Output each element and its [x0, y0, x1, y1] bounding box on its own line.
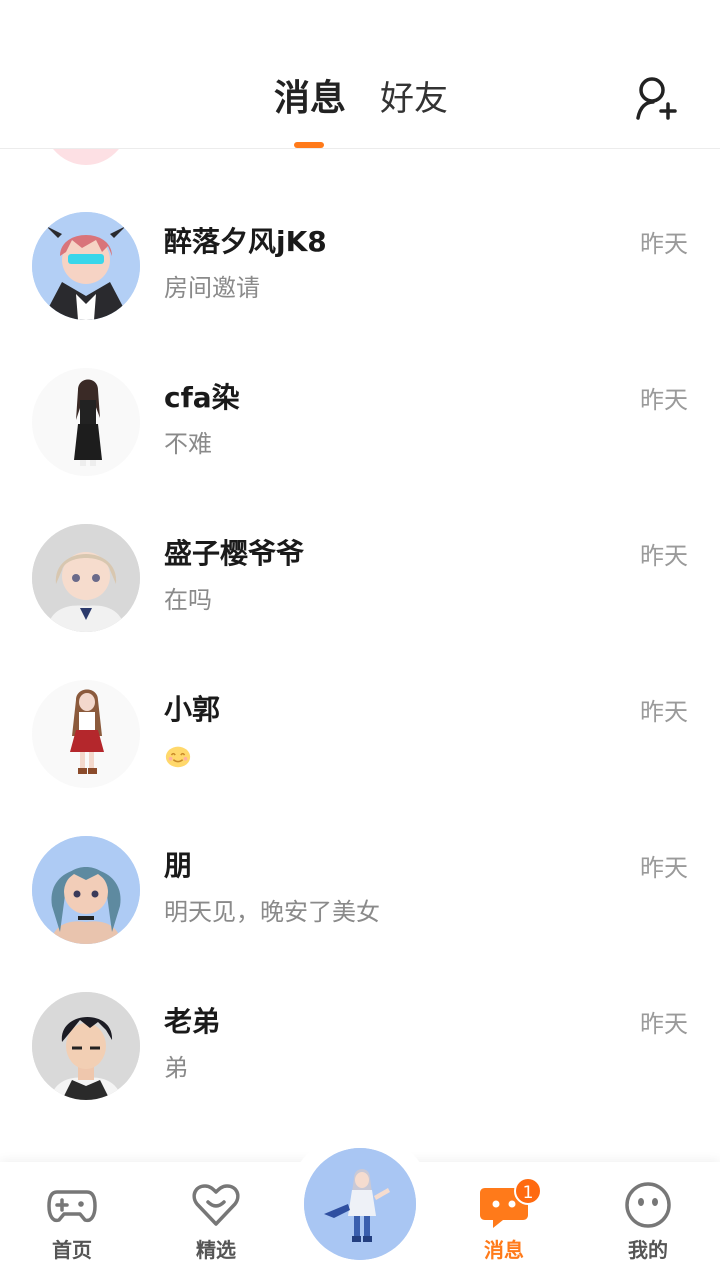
- active-tab-indicator: [294, 142, 324, 148]
- contact-name: 小郭: [164, 693, 221, 726]
- nav-label: 我的: [628, 1238, 668, 1262]
- nav-label: 消息: [484, 1238, 524, 1262]
- tab-friends[interactable]: 好友: [380, 74, 448, 124]
- nav-item-home[interactable]: 首页: [22, 1180, 122, 1270]
- contact-name: 朋: [164, 849, 193, 882]
- message-time: 昨天: [640, 386, 688, 414]
- message-preview: 不难: [164, 430, 212, 458]
- conversation-item[interactable]: 老弟 弟 昨天: [0, 984, 720, 1140]
- contact-name: 醉落夕风jK8: [164, 225, 327, 258]
- message-time: 昨天: [640, 542, 688, 570]
- conversation-item[interactable]: 朋 明天见，晚安了美女 昨天: [0, 828, 720, 984]
- top-header: 消息 好友: [0, 0, 720, 149]
- unread-badge: 1: [514, 1177, 542, 1205]
- avatar[interactable]: [32, 836, 140, 944]
- smile-emoji-icon: [164, 738, 194, 768]
- avatar[interactable]: [32, 680, 140, 788]
- nav-item-profile[interactable]: 我的: [598, 1180, 698, 1270]
- avatar[interactable]: [32, 992, 140, 1100]
- message-preview: 在吗: [164, 586, 212, 614]
- center-avatar-button-wrapper: [286, 1132, 434, 1280]
- gamepad-icon: [47, 1190, 97, 1223]
- avatar[interactable]: [32, 212, 140, 320]
- message-time: 昨天: [640, 698, 688, 726]
- nav-item-messages[interactable]: 1 消息: [454, 1177, 554, 1270]
- contact-name: 老弟: [164, 1005, 221, 1038]
- nav-item-featured[interactable]: 精选: [166, 1180, 266, 1270]
- avatar[interactable]: [32, 524, 140, 632]
- contact-name: 盛子樱爷爷: [164, 537, 305, 570]
- message-preview: 弟: [164, 1054, 188, 1082]
- message-time: 昨天: [640, 854, 688, 882]
- nav-label: 精选: [196, 1238, 236, 1262]
- conversation-item[interactable]: cfa染 不难 昨天: [0, 360, 720, 516]
- add-user-icon[interactable]: [632, 74, 680, 122]
- nav-label: 首页: [52, 1238, 92, 1262]
- center-avatar-button[interactable]: [304, 1148, 416, 1260]
- conversation-item[interactable]: 小郭 昨天: [0, 672, 720, 828]
- avatar[interactable]: [40, 149, 132, 165]
- conversation-item[interactable]: 盛子樱爷爷 在吗 昨天: [0, 516, 720, 672]
- tab-messages[interactable]: 消息: [274, 74, 346, 124]
- contact-name: cfa染: [164, 381, 240, 414]
- conversation-list[interactable]: 醉落夕风jK8 房间邀请 昨天 cfa染 不难 昨天 盛子樱爷爷 在吗 昨天 小…: [0, 149, 720, 1161]
- face-icon: [625, 1182, 671, 1228]
- message-preview: 房间邀请: [164, 274, 260, 302]
- message-time: 昨天: [640, 230, 688, 258]
- heart-icon: [192, 1184, 240, 1226]
- conversation-item[interactable]: 醉落夕风jK8 房间邀请 昨天: [0, 204, 720, 360]
- message-time: 昨天: [640, 1010, 688, 1038]
- avatar[interactable]: [32, 368, 140, 476]
- message-preview: 明天见，晚安了美女: [164, 898, 380, 926]
